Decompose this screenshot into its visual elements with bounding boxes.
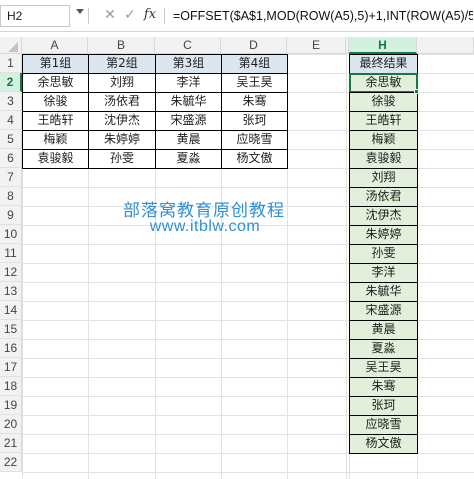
select-all-icon — [8, 42, 18, 52]
table-cell[interactable]: 梅颖 — [22, 130, 89, 150]
name-box[interactable]: H2 — [0, 5, 70, 27]
result-header-cell[interactable]: 最终结果 — [349, 54, 418, 74]
result-cell[interactable]: 沈伊杰 — [349, 206, 418, 226]
table-cell[interactable]: 黄晨 — [155, 130, 222, 150]
table-cell[interactable]: 徐骏 — [22, 92, 89, 112]
table-header-cell[interactable]: 第3组 — [155, 54, 222, 74]
row-header[interactable]: 12 — [0, 263, 22, 282]
column-header-d[interactable]: D — [221, 37, 287, 54]
row-header[interactable]: 6 — [0, 149, 22, 168]
table-cell[interactable]: 刘翔 — [88, 73, 156, 93]
row-header[interactable]: 2 — [0, 73, 22, 92]
table-cell[interactable]: 朱婷婷 — [88, 130, 156, 150]
table-cell[interactable]: 沈伊杰 — [88, 111, 156, 131]
insert-function-icon[interactable]: fx — [142, 7, 158, 23]
row-header[interactable]: 22 — [0, 453, 22, 472]
table-cell[interactable]: 余思敏 — [22, 73, 89, 93]
result-cell[interactable]: 徐骏 — [349, 92, 418, 112]
result-cell[interactable]: 朱骞 — [349, 377, 418, 397]
result-cell[interactable]: 李洋 — [349, 263, 418, 283]
table-header-cell[interactable]: 第2组 — [88, 54, 156, 74]
row-header[interactable]: 19 — [0, 396, 22, 415]
column-header-c[interactable]: C — [155, 37, 221, 54]
table-cell[interactable]: 张珂 — [221, 111, 288, 131]
row-header[interactable]: 20 — [0, 415, 22, 434]
row-header[interactable]: 1 — [0, 54, 22, 73]
row-header[interactable]: 9 — [0, 206, 22, 225]
cancel-icon[interactable]: ✕ — [103, 8, 117, 22]
row-header[interactable]: 13 — [0, 282, 22, 301]
row-header[interactable]: 11 — [0, 244, 22, 263]
result-cell[interactable]: 孙雯 — [349, 244, 418, 264]
result-cell[interactable]: 黄晨 — [349, 320, 418, 340]
column-header-a[interactable]: A — [22, 37, 88, 54]
row-header[interactable]: 5 — [0, 130, 22, 149]
table-cell[interactable]: 夏淼 — [155, 149, 222, 169]
row-header[interactable]: 7 — [0, 168, 22, 187]
gridline — [346, 54, 347, 479]
column-header-h[interactable]: H — [349, 37, 417, 54]
result-cell[interactable]: 夏淼 — [349, 339, 418, 359]
table-cell[interactable]: 杨文傲 — [221, 149, 288, 169]
row-header[interactable]: 15 — [0, 320, 22, 339]
table-cell[interactable]: 朱毓华 — [155, 92, 222, 112]
result-cell[interactable]: 朱婷婷 — [349, 225, 418, 245]
result-cell[interactable]: 梅颖 — [349, 130, 418, 150]
row-header[interactable]: 8 — [0, 187, 22, 206]
confirm-icon[interactable]: ✓ — [123, 8, 137, 22]
result-cell[interactable]: 袁骏毅 — [349, 149, 418, 169]
result-cell[interactable]: 杨文傲 — [349, 434, 418, 454]
row-header[interactable]: 18 — [0, 377, 22, 396]
table-cell[interactable]: 汤依君 — [88, 92, 156, 112]
column-header-b[interactable]: B — [88, 37, 155, 54]
formula-input[interactable]: =OFFSET($A$1,MOD(ROW(A5),5)+1,INT(ROW(A5… — [173, 5, 473, 27]
result-cell[interactable]: 宋盛源 — [349, 301, 418, 321]
table-header-cell[interactable]: 第4组 — [221, 54, 288, 74]
row-header[interactable]: 10 — [0, 225, 22, 244]
name-box-dropdown-icon[interactable] — [76, 9, 84, 14]
table-cell[interactable]: 吴王昊 — [221, 73, 288, 93]
result-cell[interactable]: 朱毓华 — [349, 282, 418, 302]
result-cell[interactable]: 张珂 — [349, 396, 418, 416]
watermark-url: www.itblw.com — [149, 218, 261, 235]
table-header-cell[interactable]: 第1组 — [22, 54, 89, 74]
row-header[interactable]: 17 — [0, 358, 22, 377]
table-cell[interactable]: 朱骞 — [221, 92, 288, 112]
result-cell[interactable]: 王皓轩 — [349, 111, 418, 131]
fill-handle[interactable] — [414, 89, 419, 94]
table-cell[interactable]: 孙雯 — [88, 149, 156, 169]
column-header-e[interactable]: E — [287, 37, 346, 54]
result-cell[interactable]: 应晓雪 — [349, 415, 418, 435]
row-header[interactable]: 16 — [0, 339, 22, 358]
row-header[interactable]: 21 — [0, 434, 22, 453]
formula-bar-separator — [88, 8, 89, 24]
active-cell[interactable]: 余思敏 — [349, 73, 418, 93]
row-header[interactable]: 14 — [0, 301, 22, 320]
result-cell[interactable]: 吴王昊 — [349, 358, 418, 378]
row-header[interactable]: 4 — [0, 111, 22, 130]
result-cell[interactable]: 刘翔 — [349, 168, 418, 188]
table-cell[interactable]: 李洋 — [155, 73, 222, 93]
table-cell[interactable]: 宋盛源 — [155, 111, 222, 131]
row-header[interactable]: 3 — [0, 92, 22, 111]
result-cell[interactable]: 汤依君 — [349, 187, 418, 207]
table-cell[interactable]: 应晓雪 — [221, 130, 288, 150]
table-cell[interactable]: 袁骏毅 — [22, 149, 89, 169]
table-cell[interactable]: 王皓轩 — [22, 111, 89, 131]
column-header-next[interactable] — [417, 37, 474, 54]
formula-bar-separator — [164, 8, 165, 24]
